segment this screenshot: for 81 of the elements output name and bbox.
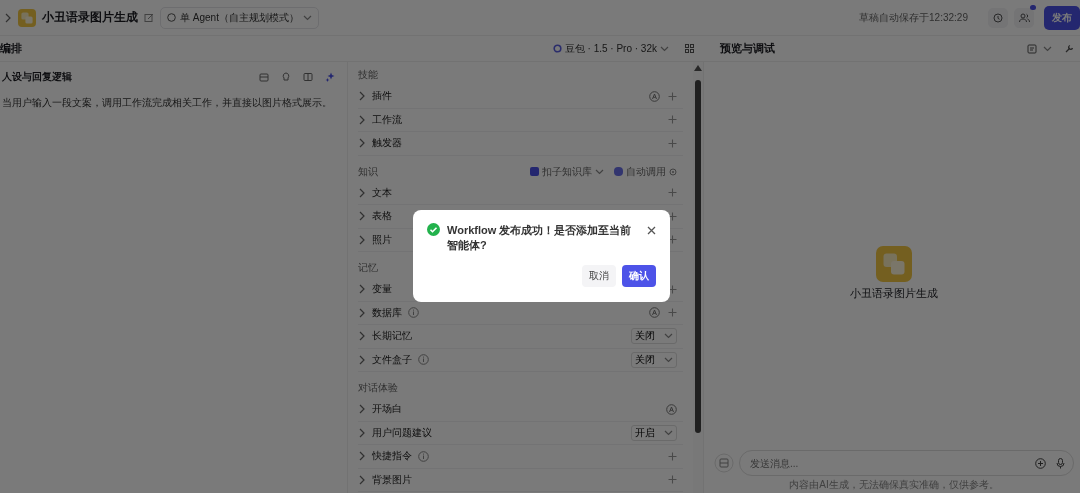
history-button[interactable] (988, 7, 1008, 28)
config-item-label[interactable]: 触发器 (372, 136, 402, 151)
knowledge-source-dropdown[interactable]: 扣子知识库 (530, 164, 604, 179)
chevron-right-icon[interactable] (358, 284, 366, 295)
config-item-label[interactable]: 工作流 (372, 112, 402, 127)
group-heading: 技能 (358, 68, 378, 82)
caret-icon (664, 333, 673, 340)
caret-icon (1043, 45, 1052, 52)
config-item-label[interactable]: 文本 (372, 185, 392, 200)
agent-icon (167, 13, 176, 22)
call-mode-button[interactable]: 自动调用 (608, 164, 683, 179)
app-title: 小丑语录图片生成 (42, 9, 138, 26)
chevron-right-icon[interactable] (358, 211, 366, 222)
sparkle-icon[interactable] (325, 72, 335, 82)
toggle-dropdown[interactable]: 关闭 (631, 351, 677, 368)
edit-icon[interactable] (144, 12, 154, 23)
back-icon[interactable] (4, 12, 12, 23)
config-item-label[interactable]: 用户问题建议 (372, 425, 432, 440)
chevron-right-icon[interactable] (358, 91, 366, 102)
caret-icon (660, 45, 669, 52)
panel-title: 预览与调试 (720, 41, 775, 56)
persona-title: 人设与回复逻辑 (2, 70, 73, 84)
group-heading: 记忆 (358, 261, 378, 275)
autosave-status: 草稿自动保存于12:32:29 (859, 10, 968, 25)
chevron-right-icon[interactable] (358, 331, 366, 342)
config-item-label[interactable]: 照片 (372, 232, 392, 247)
dialog-message: Workflow 发布成功！是否添加至当前智能体? (447, 223, 633, 253)
config-item-label[interactable]: 插件 (372, 89, 392, 104)
lightbulb-icon[interactable] (281, 72, 291, 82)
toggle-dropdown[interactable]: 关闭 (631, 328, 677, 345)
model-logo-icon (552, 44, 562, 53)
app-logo-icon (19, 9, 35, 26)
chevron-right-icon[interactable] (358, 354, 366, 365)
config-item-label[interactable]: 文件盒子 (372, 352, 412, 367)
chevron-right-icon[interactable] (358, 451, 366, 462)
chevron-right-icon[interactable] (358, 404, 366, 415)
bot-name: 小丑语录图片生成 (850, 286, 938, 301)
grid-icon[interactable] (685, 44, 694, 53)
chevron-right-icon[interactable] (358, 427, 366, 438)
chevron-right-icon[interactable] (358, 234, 366, 245)
config-item-label[interactable]: 背景图片 (372, 472, 412, 487)
auto-icon[interactable] (649, 90, 660, 102)
close-icon[interactable] (647, 226, 656, 235)
chevron-right-icon[interactable] (358, 114, 366, 125)
microphone-icon[interactable] (1056, 457, 1065, 469)
confirm-button[interactable]: 确认 (622, 265, 656, 287)
collaborators-button[interactable] (1014, 7, 1034, 28)
group-heading: 对话体验 (358, 381, 398, 395)
auto-icon[interactable] (649, 307, 660, 319)
chevron-right-icon[interactable] (358, 138, 366, 149)
config-item-label[interactable]: 长期记忆 (372, 329, 412, 344)
config-item-label[interactable]: 变量 (372, 282, 392, 297)
template-icon[interactable] (259, 72, 269, 82)
publish-button[interactable]: 发布 (1044, 5, 1080, 30)
wrench-icon[interactable] (1064, 43, 1074, 54)
caret-icon (664, 429, 673, 436)
cancel-button[interactable]: 取消 (582, 265, 616, 287)
history-icon (993, 12, 1003, 23)
caret-icon (664, 356, 673, 363)
toggle-dropdown[interactable]: 开启 (631, 424, 677, 441)
config-item-label[interactable]: 表格 (372, 209, 392, 224)
success-icon (427, 223, 440, 236)
layout-icon[interactable] (1027, 43, 1037, 54)
people-icon (1018, 12, 1030, 23)
model-selector[interactable]: 豆包 · 1.5 · Pro · 32k (546, 40, 675, 57)
config-item-label[interactable]: 开场白 (372, 402, 402, 417)
add-icon[interactable] (1035, 457, 1046, 469)
group-heading: 知识 (358, 164, 378, 179)
config-item-label[interactable]: 快捷指令 (372, 449, 412, 464)
agent-mode-dropdown[interactable]: 单 Agent（自主规划模式） (160, 6, 319, 29)
section-title: 编排 (0, 41, 22, 56)
config-item-label[interactable]: 数据库 (372, 305, 402, 320)
settings-icon[interactable] (669, 167, 677, 176)
scroll-up-icon[interactable] (694, 65, 702, 71)
chevron-right-icon[interactable] (358, 474, 366, 485)
caret-icon (595, 168, 604, 175)
panel-icon[interactable] (303, 72, 313, 82)
auto-icon[interactable] (666, 403, 677, 415)
chevron-right-icon[interactable] (358, 307, 366, 318)
chevron-right-icon[interactable] (358, 187, 366, 198)
caret-icon (302, 14, 312, 21)
